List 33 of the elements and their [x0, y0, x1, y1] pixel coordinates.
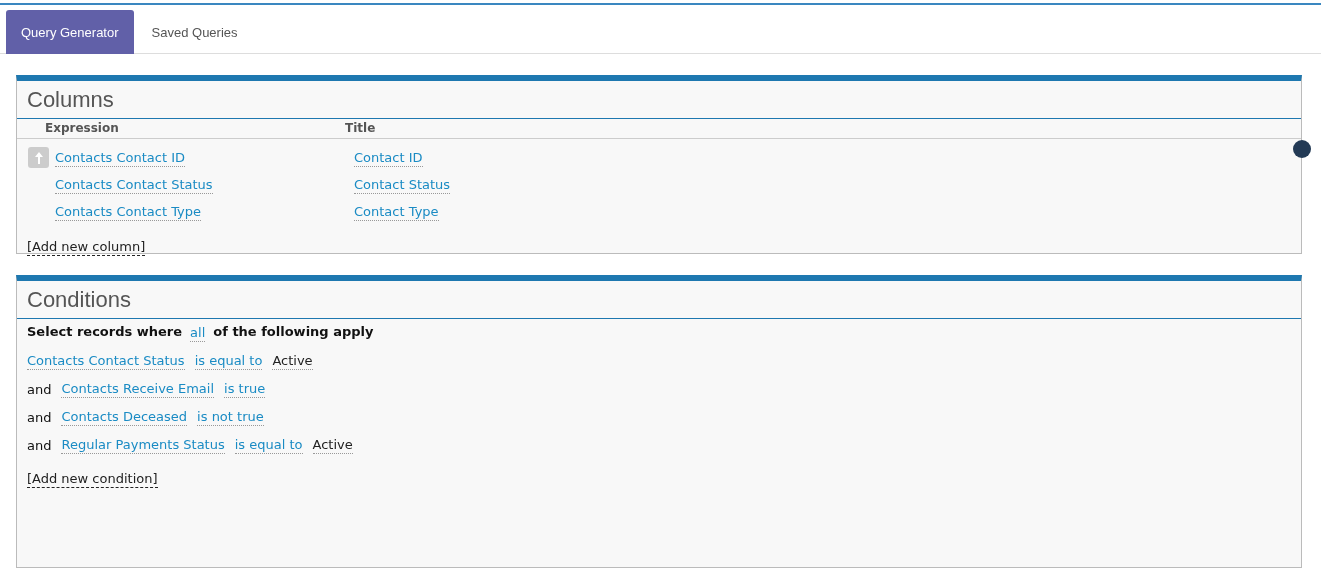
expression-link[interactable]: Contacts Contact Type: [55, 202, 202, 221]
title-link[interactable]: Contact Type: [354, 202, 439, 221]
title-link[interactable]: Contact Status: [354, 175, 451, 194]
value-link[interactable]: Active: [272, 352, 313, 370]
add-condition-link[interactable]: [Add new condition]: [27, 471, 158, 488]
column-header: Title: [345, 121, 376, 135]
match-link[interactable]: all: [190, 324, 206, 342]
up-arrow-icon: [34, 151, 43, 164]
circle-marker: [1293, 140, 1311, 158]
panel-title: Columns: [17, 81, 1301, 119]
tab[interactable]: Saved Queries: [137, 10, 252, 54]
field-link[interactable]: Contacts Deceased: [61, 408, 188, 426]
column-header: Expression: [45, 121, 120, 135]
connector-text: and: [27, 409, 52, 425]
field-link[interactable]: Contacts Receive Email: [61, 380, 215, 398]
operator-link[interactable]: is equal to: [194, 352, 263, 370]
field-link[interactable]: Regular Payments Status: [61, 436, 225, 454]
tab[interactable]: Query Generator: [6, 10, 134, 54]
expression-link[interactable]: Contacts Contact Status: [55, 175, 213, 194]
title-link[interactable]: Contact ID: [354, 148, 423, 167]
operator-link[interactable]: is not true: [197, 408, 264, 426]
connector-text: and: [27, 437, 52, 453]
expression-link[interactable]: Contacts Contact ID: [55, 148, 186, 167]
intro-text: of the following apply: [213, 324, 374, 341]
add-column-link[interactable]: [Add new column]: [27, 239, 146, 256]
field-link[interactable]: Contacts Contact Status: [27, 352, 185, 370]
move-up-button[interactable]: [28, 147, 49, 168]
operator-link[interactable]: is equal to: [234, 436, 303, 454]
operator-link[interactable]: is true: [224, 380, 266, 398]
intro-text: Select records where: [27, 324, 183, 341]
connector-text: and: [27, 381, 52, 397]
panel-title: Conditions: [17, 281, 1301, 319]
value-link[interactable]: Active: [312, 436, 353, 454]
